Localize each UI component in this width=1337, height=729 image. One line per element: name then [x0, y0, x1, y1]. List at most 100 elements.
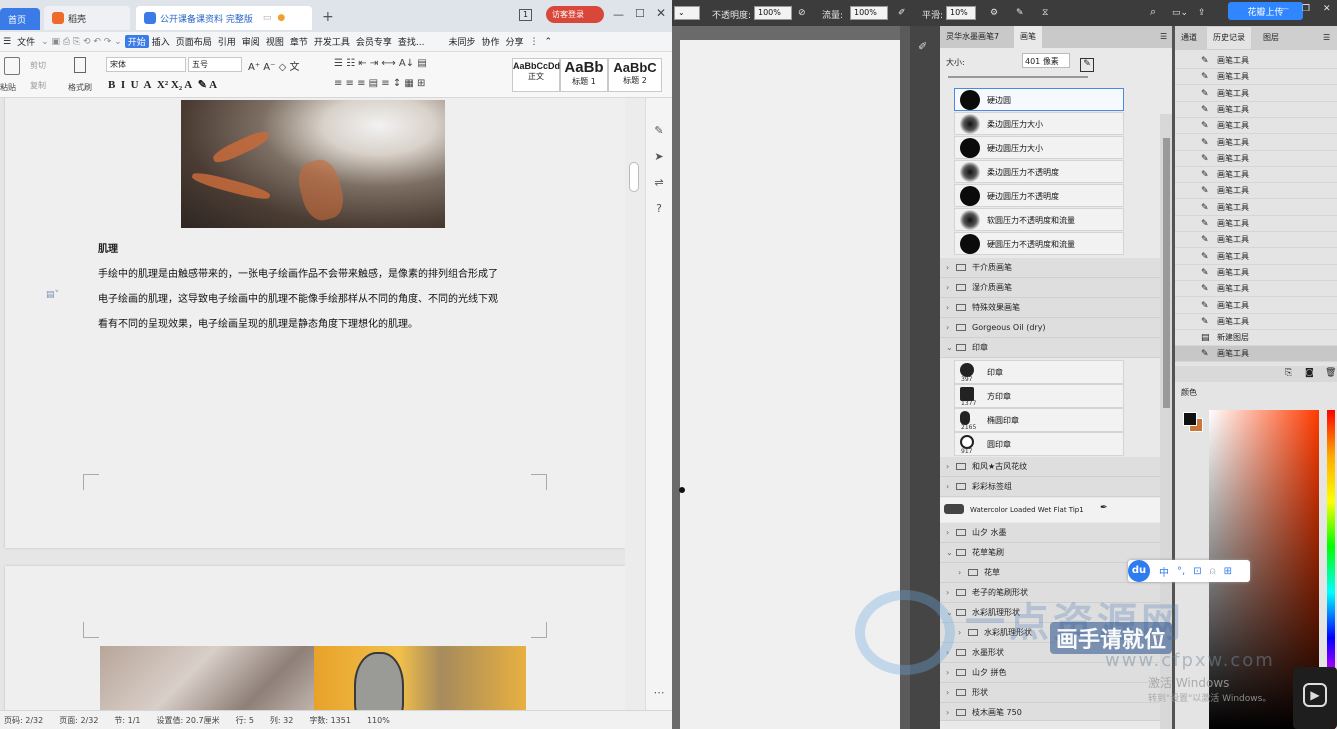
status-position[interactable]: 设置值: 20.7厘米	[157, 715, 220, 726]
settings-sliders-icon[interactable]: ⇌	[652, 176, 666, 190]
airbrush-icon[interactable]: ✐	[898, 8, 906, 18]
pressure-opacity-icon[interactable]: ⊘	[798, 8, 806, 18]
smooth-input[interactable]: 10%	[946, 6, 976, 20]
history-item[interactable]: ✎ 画笔工具	[1175, 53, 1337, 69]
cursor-icon[interactable]: ➤	[652, 150, 666, 164]
menu-home[interactable]: 开始	[124, 35, 149, 48]
menu-section[interactable]: 章节	[287, 35, 311, 48]
brush-folder-c5[interactable]: › 水彩肌理形状	[940, 623, 1160, 643]
ime-user-icon[interactable]: ⍝	[1210, 566, 1216, 577]
history-item[interactable]: ✎ 画笔工具	[1175, 281, 1337, 298]
brush-panel-icon[interactable]: ✐	[918, 40, 927, 53]
tab-comment-icon[interactable]: ▭	[263, 13, 272, 23]
brush-preset-0[interactable]: 硬边圆	[954, 88, 1124, 111]
search-command[interactable]: 查找...	[395, 35, 428, 48]
ime-chinese-mode[interactable]: 中	[1159, 564, 1169, 579]
mode-select[interactable]: ⌄	[674, 6, 700, 20]
new-tab-button[interactable]: +	[322, 9, 334, 25]
texture-painting-image[interactable]	[181, 100, 445, 228]
brush-folder-stamp[interactable]: ⌄ 印章	[940, 338, 1160, 358]
document-area[interactable]: 肌理 手绘中的肌理是由触感带来的，一张电子绘画作品不会带来触感，是像素的排列组合…	[0, 98, 640, 710]
font-name-select[interactable]: 宋体	[106, 57, 186, 72]
search-icon[interactable]: ⌕	[1150, 5, 1156, 19]
maximize-button[interactable]: ☐	[635, 7, 645, 20]
tab-document[interactable]: 公开课备课资料 完整版 ▭ ●	[136, 6, 312, 30]
status-zoom[interactable]: 110%	[367, 716, 390, 725]
pen-icon[interactable]: ✎	[652, 124, 666, 138]
format-painter-label[interactable]: 格式刷	[68, 82, 92, 93]
list-buttons[interactable]: ☰ ☷ ⇤ ⇥ ⟷ A↓ ▤	[334, 58, 427, 69]
scrollbar-thumb[interactable]	[629, 162, 639, 192]
brush-folder-dry[interactable]: › 干介质画笔	[940, 258, 1160, 278]
section-heading[interactable]: 肌理	[98, 240, 118, 255]
history-menu-icon[interactable]: ☰	[1323, 33, 1330, 42]
brush-folder-c6[interactable]: › 水墨形状	[940, 643, 1160, 663]
play-icon[interactable]: ▶	[1303, 683, 1327, 707]
brush-folder-c3[interactable]: › 老子的笔刷形状	[940, 583, 1160, 603]
menu-review[interactable]: 审阅	[239, 35, 263, 48]
history-item[interactable]: ✎ 画笔工具	[1175, 200, 1337, 216]
close-button[interactable]: ✕	[656, 6, 666, 20]
tab-home[interactable]: 首页	[0, 8, 40, 30]
minimize-button[interactable]: —	[613, 8, 624, 21]
status-line[interactable]: 行: 5	[236, 715, 254, 726]
document-page-1[interactable]: 肌理 手绘中的肌理是由触感带来的，一张电子绘画作品不会带来触感，是像素的排列组合…	[5, 98, 625, 548]
page-count-icon[interactable]: 1	[519, 9, 532, 21]
ime-toolbox-icon[interactable]: ⊡	[1193, 566, 1201, 577]
sync-status[interactable]: 未同步	[445, 35, 478, 48]
ps-close-button[interactable]: ✕	[1323, 4, 1331, 14]
brush-folder-c9[interactable]: › 枝木画笔 750	[940, 703, 1160, 721]
symmetry-butterfly-icon[interactable]: ⧖	[1042, 8, 1048, 18]
copy-button[interactable]: 复制	[30, 80, 46, 91]
brush-folder-c1[interactable]: ⌄ 花草笔刷	[940, 543, 1160, 563]
brush-folder-c2[interactable]: › 花草	[940, 563, 1160, 583]
paragraph-line-1[interactable]: 手绘中的肌理是由触感带来的，一张电子绘画作品不会带来触感，是像素的排列组合形成了	[98, 265, 498, 280]
paragraph-handle-icon[interactable]: ▤˅	[46, 290, 59, 300]
history-item[interactable]: ✎ 画笔工具	[1175, 102, 1337, 118]
history-item[interactable]: ✎ 画笔工具	[1175, 265, 1337, 281]
ime-grid-icon[interactable]: ⊞	[1224, 566, 1232, 577]
workspace-icon[interactable]: ▭⌄	[1172, 8, 1188, 18]
menu-file[interactable]: 文件	[14, 35, 38, 48]
brush-preset-6[interactable]: 硬圆压力不透明度和流量	[954, 232, 1124, 255]
brush-folder-c4[interactable]: ⌄ 水彩肌理形状	[940, 603, 1160, 623]
align-buttons[interactable]: ≡ ≡ ≡ ▤ ≡ ↕ ▦ ⊞	[334, 78, 425, 89]
opacity-input[interactable]: 100%	[754, 6, 792, 20]
history-item[interactable]: ✎ 画笔工具	[1175, 118, 1337, 135]
document-scrollbar[interactable]	[625, 98, 645, 710]
ime-punctuation[interactable]: °,	[1177, 566, 1185, 577]
collapse-ribbon-icon[interactable]: ⌃	[542, 37, 556, 47]
brush-preset-4[interactable]: 硬边圆压力不透明度	[954, 184, 1124, 207]
brush-folder-wet[interactable]: › 湿介质画笔	[940, 278, 1160, 298]
impasto-painting-image[interactable]	[100, 646, 314, 710]
brush-folder-labels[interactable]: › 彩彩标签组	[940, 477, 1160, 497]
more-dots-icon[interactable]: ⋯	[652, 686, 666, 700]
style-normal[interactable]: AaBbCcDd 正文	[512, 58, 560, 92]
flow-input[interactable]: 100%	[850, 6, 888, 20]
history-item[interactable]: ✎ 画笔工具	[1175, 135, 1337, 151]
menu-icon[interactable]: ☰	[0, 37, 14, 47]
history-item[interactable]: ✎ 画笔工具	[1175, 298, 1337, 314]
history-item[interactable]: ✎ 画笔工具	[1175, 86, 1337, 102]
paste-label[interactable]: 粘贴	[0, 82, 16, 93]
menu-member[interactable]: 会员专享	[353, 35, 395, 48]
pressure-size-icon[interactable]: ✎	[1016, 8, 1024, 18]
document-page-2[interactable]	[5, 566, 625, 710]
trash-icon[interactable]: 🗑	[1325, 368, 1336, 378]
quick-access-toolbar[interactable]: ⌄ ▣ ⎙ ⎘ ⟲ ↶ ↷ ⌄	[38, 37, 125, 47]
canvas-scrollbar[interactable]	[900, 26, 910, 729]
brush-preset-2[interactable]: 硬边圆压力大小	[954, 136, 1124, 159]
ps-restore-button[interactable]: ❐	[1302, 4, 1310, 14]
ps-minimize-button[interactable]: —	[1280, 4, 1289, 14]
share-button[interactable]: 分享	[503, 35, 527, 48]
cut-button[interactable]: 剪切	[30, 60, 46, 71]
menu-developer[interactable]: 开发工具	[311, 35, 353, 48]
history-item[interactable]: ▤ 新建图层	[1175, 330, 1337, 347]
tab-history[interactable]: 历史记录	[1207, 27, 1251, 49]
tab-brushes[interactable]: 画笔	[1014, 26, 1042, 48]
tab-brush-preset[interactable]: 灵华水墨画笔7	[940, 26, 1005, 48]
share-arrow-icon[interactable]: ⇪	[1198, 8, 1206, 18]
help-icon[interactable]: ?	[652, 202, 666, 216]
font-grow-shrink-icons[interactable]: A⁺ A⁻ ◇ 文	[248, 58, 299, 73]
menu-layout[interactable]: 页面布局	[173, 35, 215, 48]
